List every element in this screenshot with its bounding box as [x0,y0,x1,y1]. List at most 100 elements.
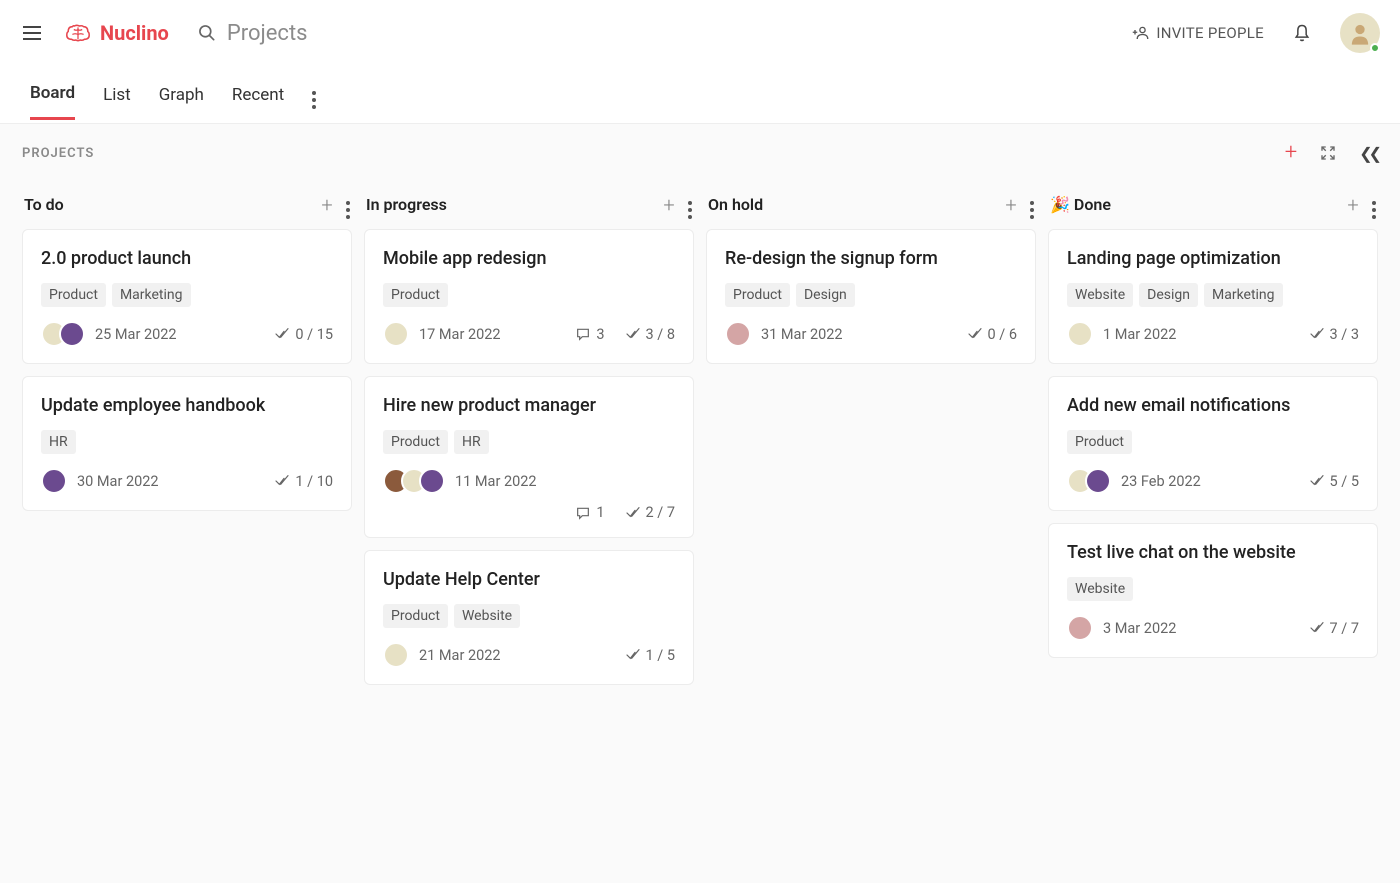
column-more-icon[interactable] [346,190,350,219]
tag: Product [41,283,106,307]
checklist-icon [967,326,983,342]
avatar [1067,615,1093,641]
card-tags: Product [1067,430,1359,454]
avatar [419,468,445,494]
tab-board[interactable]: Board [30,83,75,120]
card-tags: ProductWebsite [383,604,675,628]
checklist-count: 2 / 7 [625,504,675,521]
card-title: Re-design the signup form [725,248,1017,269]
invite-people-button[interactable]: INVITE PEOPLE [1132,24,1264,42]
card-title: Hire new product manager [383,395,675,416]
avatar [383,321,409,347]
card-tags: ProductHR [383,430,675,454]
avatar [1067,321,1093,347]
column-header: In progress+ [364,190,694,229]
card[interactable]: Test live chat on the websiteWebsite3 Ma… [1048,523,1378,658]
card-avatars [41,468,67,494]
brain-icon [64,22,92,44]
search-area[interactable]: Projects [197,21,1133,46]
comment-icon [575,505,591,521]
card-title: Update employee handbook [41,395,333,416]
column-title[interactable]: 🎉Done [1050,195,1342,214]
card-meta: 0 / 6 [967,326,1017,343]
column-cards: Mobile app redesignProduct17 Mar 202233 … [364,229,694,685]
card-avatars [383,468,445,494]
card-footer: 30 Mar 20221 / 10 [41,468,333,494]
column-emoji: 🎉 [1050,195,1070,214]
add-card-button[interactable]: + [658,194,680,216]
card-tags: ProductDesign [725,283,1017,307]
tab-graph[interactable]: Graph [159,85,204,119]
checklist-count: 3 / 3 [1309,326,1359,343]
comment-count: 1 [575,504,604,521]
card-tags: ProductMarketing [41,283,333,307]
column: To do+2.0 product launch ProductMarketing… [22,190,352,685]
collapse-panel-icon[interactable]: ❮❮ [1359,144,1378,163]
card-date: 17 Mar 2022 [419,326,501,343]
column: On hold+ Re-design the signup form Product… [706,190,1036,685]
tab-list[interactable]: List [103,85,131,119]
board-actions: + ❮❮ [1285,142,1378,164]
card-footer: 31 Mar 20220 / 6 [725,321,1017,347]
current-user-avatar[interactable] [1340,13,1380,53]
board-columns: To do+2.0 product launchProductMarketing… [22,190,1378,685]
card-avatars [725,321,751,347]
checklist-icon [1309,473,1325,489]
logo[interactable]: Nuclino [64,21,169,45]
avatar-icon [1346,19,1374,47]
column-title[interactable]: In progress [366,195,658,214]
add-card-button[interactable]: + [1000,194,1022,216]
card-footer: 25 Mar 20220 / 15 [41,321,333,347]
add-card-button[interactable]: + [316,194,338,216]
breadcrumb[interactable]: Projects [227,21,308,46]
column-title[interactable]: On hold [708,195,1000,214]
topbar-right: INVITE PEOPLE [1132,13,1380,53]
card-tags: HR [41,430,333,454]
search-icon [197,23,217,43]
menu-toggle[interactable] [20,21,44,45]
card[interactable]: Mobile app redesignProduct17 Mar 202233 … [364,229,694,364]
card-title: Landing page optimization [1067,248,1359,269]
card[interactable]: Update employee handbook HR 30 Mar 20221 /… [22,376,352,511]
tag: Marketing [1204,283,1283,307]
column-cards: 2.0 product launch ProductMarketing 25 Mar… [22,229,352,511]
tag: Website [1067,577,1133,601]
column-more-icon[interactable] [688,190,692,219]
add-column-button[interactable]: + [1285,142,1297,164]
card[interactable]: Hire new product manager ProductHR 11 Mar … [364,376,694,538]
column-title[interactable]: To do [24,195,316,214]
tab-recent[interactable]: Recent [232,85,284,119]
checklist-icon [625,647,641,663]
column-more-icon[interactable] [1372,190,1376,219]
collapse-icon[interactable] [1319,144,1337,162]
card-tags: WebsiteDesignMarketing [1067,283,1359,307]
board-area: PROJECTS + ❮❮ To do+2.0 product launchPr… [0,123,1400,883]
card-footer: 11 Mar 2022 [383,468,675,494]
column-cards: Re-design the signup form ProductDesign 31… [706,229,1036,364]
column: In progress+Mobile app redesignProduct17… [364,190,694,685]
card-title: Add new email notifications [1067,395,1359,416]
column-header: 🎉Done+ [1048,190,1378,229]
card-avatars [383,321,409,347]
card[interactable]: Landing page optimization WebsiteDesignMa… [1048,229,1378,364]
card-meta: 3 / 3 [1309,326,1359,343]
card-tags: Website [1067,577,1359,601]
card-date: 3 Mar 2022 [1103,620,1176,637]
tag: Product [383,283,448,307]
avatar [41,468,67,494]
card[interactable]: 2.0 product launch ProductMarketing 25 Mar… [22,229,352,364]
card[interactable]: Re-design the signup form ProductDesign 31… [706,229,1036,364]
bell-icon[interactable] [1292,23,1312,43]
checklist-icon [274,326,290,342]
add-card-button[interactable]: + [1342,194,1364,216]
card-title: 2.0 product launch [41,248,333,269]
tag: HR [454,430,489,454]
card-date: 21 Mar 2022 [419,647,501,664]
column-more-icon[interactable] [1030,190,1034,219]
card[interactable]: Add new email notificationsProduct23 Feb… [1048,376,1378,511]
card-meta: 1 2 / 7 [383,504,675,521]
tag: Website [454,604,520,628]
tabs-more-icon[interactable] [312,80,316,123]
checklist-count: 3 / 8 [625,326,675,343]
card[interactable]: Update Help CenterProductWebsite21 Mar 2… [364,550,694,685]
